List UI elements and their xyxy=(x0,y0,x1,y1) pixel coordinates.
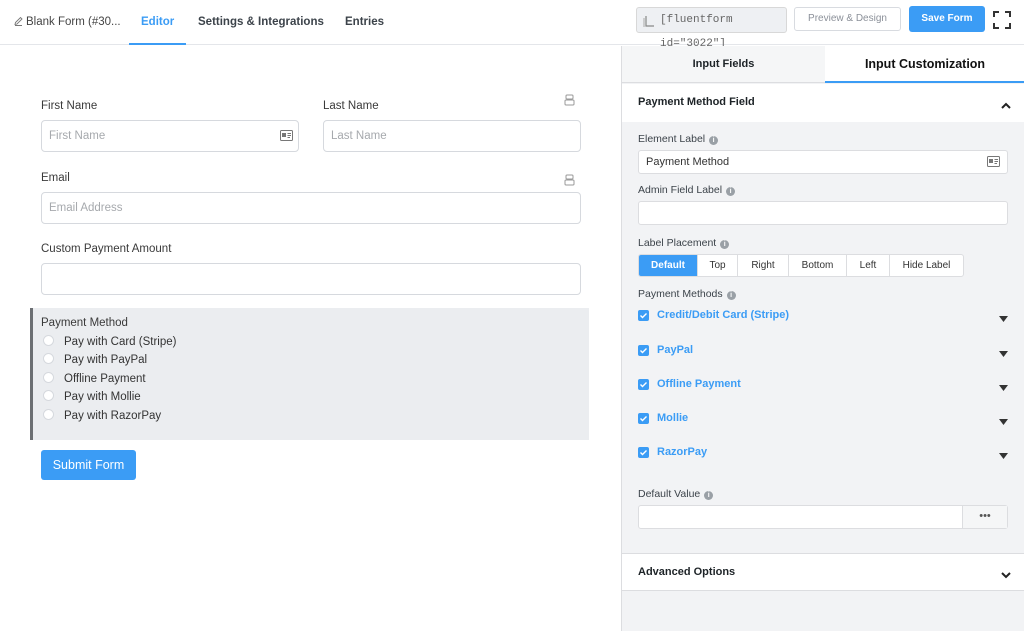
last-name-label: Last Name xyxy=(323,100,379,112)
checkbox-checked[interactable] xyxy=(638,447,649,458)
placement-bottom[interactable]: Bottom xyxy=(789,255,847,276)
payment-option-razorpay[interactable]: Pay with RazorPay xyxy=(43,409,161,422)
contact-card-icon xyxy=(280,130,293,144)
placement-top[interactable]: Top xyxy=(698,255,738,276)
preview-design-button[interactable]: Preview & Design xyxy=(794,7,901,31)
info-icon: i xyxy=(720,240,730,249)
chevron-down-icon xyxy=(1001,568,1011,582)
tab-settings-integrations[interactable]: Settings & Integrations xyxy=(198,0,324,45)
advanced-options-header[interactable]: Advanced Options xyxy=(622,553,1024,591)
caret-down-icon[interactable] xyxy=(999,346,1008,360)
placement-hide-label[interactable]: Hide Label xyxy=(890,255,963,276)
settings-panel: Input Fields Input Customization Payment… xyxy=(621,46,1024,631)
info-icon: i xyxy=(709,136,719,145)
label-placement-label: Label Placement i xyxy=(638,237,730,249)
checkbox-checked[interactable] xyxy=(638,310,649,321)
checkbox-checked[interactable] xyxy=(638,413,649,424)
top-bar: Blank Form (#30... Editor Settings & Int… xyxy=(0,0,1024,50)
caret-down-icon[interactable] xyxy=(999,311,1008,325)
default-value-input[interactable]: ••• xyxy=(638,505,1008,529)
payment-option-paypal[interactable]: Pay with PayPal xyxy=(43,353,147,366)
admin-field-label-label: Admin Field Label i xyxy=(638,184,736,196)
email-settings-icon[interactable] xyxy=(564,174,575,189)
default-value-label: Default Value i xyxy=(638,488,714,500)
tab-editor[interactable]: Editor xyxy=(129,0,187,45)
radio-button[interactable] xyxy=(43,390,54,401)
column-settings-icon[interactable] xyxy=(564,94,575,109)
tab-entries[interactable]: Entries xyxy=(345,0,384,45)
email-input[interactable]: Email Address xyxy=(41,192,581,224)
radio-button[interactable] xyxy=(43,372,54,383)
shortcode-picker-button[interactable]: ••• xyxy=(962,506,1007,528)
copy-icon xyxy=(643,14,655,38)
caret-down-icon[interactable] xyxy=(999,448,1008,462)
payment-method-stripe[interactable]: Credit/Debit Card (Stripe) xyxy=(638,308,1008,324)
payment-method-field-header[interactable]: Payment Method Field xyxy=(622,84,1024,122)
element-label-label: Element Label i xyxy=(638,133,719,145)
custom-amount-input[interactable] xyxy=(41,263,581,295)
form-canvas: First Name First Name Last Name Last Nam… xyxy=(0,46,621,631)
placement-default[interactable]: Default xyxy=(639,255,698,276)
pencil-icon xyxy=(14,1,23,46)
caret-down-icon[interactable] xyxy=(999,380,1008,394)
placement-left[interactable]: Left xyxy=(847,255,890,276)
tab-input-fields[interactable]: Input Fields xyxy=(622,46,825,83)
payment-option-stripe[interactable]: Pay with Card (Stripe) xyxy=(43,335,176,348)
contact-card-icon xyxy=(987,156,1000,170)
caret-down-icon[interactable] xyxy=(999,414,1008,428)
admin-field-label-input[interactable] xyxy=(638,201,1008,225)
info-icon: i xyxy=(726,291,736,300)
email-label: Email xyxy=(41,172,70,184)
payment-option-mollie[interactable]: Pay with Mollie xyxy=(43,390,141,403)
shortcode-copy[interactable]: [fluentform id="3022"] xyxy=(636,7,787,50)
form-title[interactable]: Blank Form (#30... xyxy=(14,0,121,45)
payment-method-offline[interactable]: Offline Payment xyxy=(638,377,1008,393)
element-label-input[interactable]: Payment Method xyxy=(638,150,1008,174)
payment-method-block[interactable]: Payment Method Pay with Card (Stripe) Pa… xyxy=(30,308,589,440)
payment-methods-label: Payment Methods i xyxy=(638,288,736,300)
tab-input-customization[interactable]: Input Customization xyxy=(825,46,1024,83)
custom-amount-label: Custom Payment Amount xyxy=(41,243,172,255)
placement-right[interactable]: Right xyxy=(738,255,789,276)
chevron-up-icon xyxy=(1001,98,1011,112)
checkbox-checked[interactable] xyxy=(638,345,649,356)
payment-option-offline[interactable]: Offline Payment xyxy=(43,372,146,385)
radio-button[interactable] xyxy=(43,335,54,346)
payment-method-paypal[interactable]: PayPal xyxy=(638,343,1008,359)
submit-form-button[interactable]: Submit Form xyxy=(41,450,136,480)
payment-method-razorpay[interactable]: RazorPay xyxy=(638,445,1008,461)
info-icon: i xyxy=(726,187,736,196)
label-placement-group: Default Top Right Bottom Left Hide Label xyxy=(638,254,964,277)
radio-button[interactable] xyxy=(43,353,54,364)
payment-method-label: Payment Method xyxy=(41,317,128,329)
fullscreen-icon[interactable] xyxy=(993,11,1011,32)
last-name-input[interactable]: Last Name xyxy=(323,120,581,152)
payment-method-mollie[interactable]: Mollie xyxy=(638,411,1008,427)
radio-button[interactable] xyxy=(43,409,54,420)
save-form-button[interactable]: Save Form xyxy=(909,6,985,32)
first-name-input[interactable]: First Name xyxy=(41,120,299,152)
checkbox-checked[interactable] xyxy=(638,379,649,390)
first-name-label: First Name xyxy=(41,100,98,112)
info-icon: i xyxy=(704,491,714,500)
shortcode-text: [fluentform id="3022"] xyxy=(660,14,733,50)
